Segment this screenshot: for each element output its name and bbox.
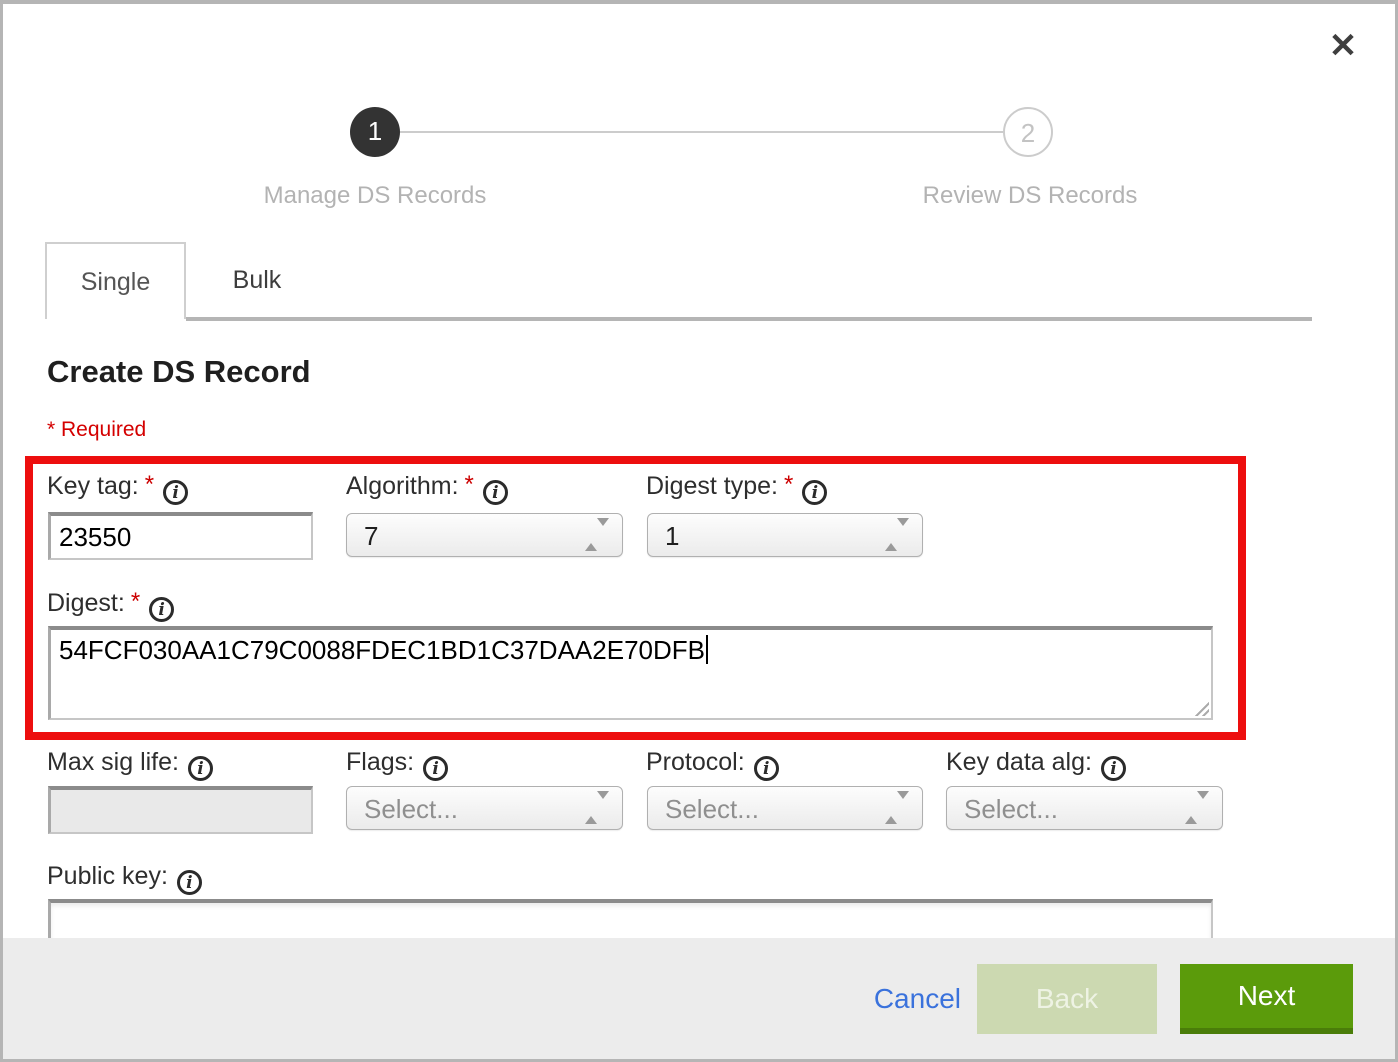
flags-label-text: Flags: [346,748,414,776]
public-key-label-text: Public key: [47,862,168,890]
key-tag-label: Key tag:* i [47,472,188,505]
key-data-alg-select-value: Select... [964,794,1058,825]
step-2-circle: 2 [1003,107,1053,157]
page-title: Create DS Record [47,354,311,390]
step-2-label: Review DS Records [923,182,1138,210]
flags-select[interactable]: Select... [346,786,623,830]
digest-type-select[interactable]: 1 [647,513,923,557]
back-button[interactable]: Back [977,964,1157,1034]
select-spinner-icon [585,526,609,544]
key-data-alg-label-text: Key data alg: [946,748,1092,776]
digest-label: Digest:* i [47,589,174,622]
digest-textarea[interactable]: 54FCF030AA1C79C0088FDEC1BD1C37DAA2E70DFB [48,626,1213,720]
select-spinner-icon [885,526,909,544]
dialog-footer: Cancel Back Next [3,938,1395,1059]
protocol-select-value: Select... [665,794,759,825]
protocol-label: Protocol: i [646,748,779,781]
key-data-alg-label: Key data alg: i [946,748,1126,781]
select-spinner-icon [885,799,909,817]
digest-type-required-star: * [784,471,793,498]
algorithm-label-text: Algorithm: [346,472,459,500]
digest-type-select-value: 1 [665,521,679,552]
step-connector-line [400,131,1003,133]
protocol-label-text: Protocol: [646,748,745,776]
tab-single[interactable]: Single [45,242,186,319]
close-icon[interactable]: ✕ [1321,24,1365,68]
key-data-alg-select[interactable]: Select... [946,786,1223,830]
step-1-circle: 1 [350,107,400,157]
key-tag-input[interactable]: 23550 [48,512,313,560]
text-cursor [706,635,708,664]
required-note: * Required [47,418,146,442]
tab-bottom-border [186,317,1312,321]
digest-required-star: * [131,588,140,615]
algorithm-select-value: 7 [364,521,378,552]
key-data-alg-info-icon[interactable]: i [1101,756,1126,781]
protocol-select[interactable]: Select... [647,786,923,830]
max-sig-life-label: Max sig life: i [47,748,213,781]
step-1-label: Manage DS Records [264,182,487,210]
max-sig-life-input[interactable] [48,786,313,834]
create-ds-record-dialog: ✕ 1 2 Manage DS Records Review DS Record… [0,0,1398,1062]
algorithm-info-icon[interactable]: i [483,480,508,505]
digest-info-icon[interactable]: i [149,597,174,622]
protocol-info-icon[interactable]: i [754,756,779,781]
flags-label: Flags: i [346,748,448,781]
max-sig-life-label-text: Max sig life: [47,748,179,776]
select-spinner-icon [585,799,609,817]
algorithm-required-star: * [465,471,474,498]
digest-type-label: Digest type:* i [646,472,827,505]
key-tag-required-star: * [145,471,154,498]
resize-handle-icon[interactable] [1192,699,1209,716]
key-tag-info-icon[interactable]: i [163,480,188,505]
next-button[interactable]: Next [1180,964,1353,1034]
digest-type-label-text: Digest type: [646,472,778,500]
algorithm-select[interactable]: 7 [346,513,623,557]
tab-bulk[interactable]: Bulk [186,242,328,319]
digest-textarea-value: 54FCF030AA1C79C0088FDEC1BD1C37DAA2E70DFB [59,635,705,665]
select-spinner-icon [1185,799,1209,817]
public-key-info-icon[interactable]: i [177,870,202,895]
key-tag-label-text: Key tag: [47,472,139,500]
flags-info-icon[interactable]: i [423,756,448,781]
digest-label-text: Digest: [47,589,125,617]
public-key-label: Public key: i [47,862,202,895]
cancel-button[interactable]: Cancel [874,983,961,1015]
digest-type-info-icon[interactable]: i [802,480,827,505]
flags-select-value: Select... [364,794,458,825]
algorithm-label: Algorithm:* i [346,472,508,505]
max-sig-life-info-icon[interactable]: i [188,756,213,781]
